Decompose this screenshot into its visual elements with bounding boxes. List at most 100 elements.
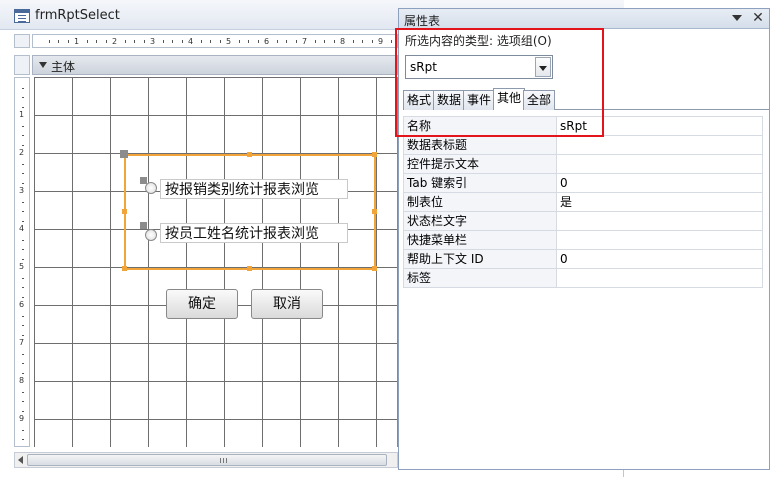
ruler-tick — [22, 296, 24, 298]
tab-other[interactable]: 其他 — [493, 88, 526, 110]
tab-event[interactable]: 事件 — [463, 90, 496, 110]
property-name: 制表位 — [403, 192, 557, 212]
property-row[interactable]: 快捷菜单栏 — [403, 230, 763, 250]
property-row[interactable]: 帮助上下文 ID 0 — [403, 249, 763, 269]
property-value[interactable] — [556, 230, 763, 250]
vertical-ruler[interactable]: 1 2 3 4 5 6 7 8 9 — [14, 77, 30, 447]
ruler-tick — [295, 40, 297, 43]
property-value[interactable]: 是 — [556, 192, 763, 212]
section-selector[interactable] — [14, 55, 30, 75]
property-value[interactable]: 0 — [556, 173, 763, 193]
property-name: 数据表标题 — [403, 135, 557, 155]
option-group-frame[interactable] — [124, 154, 376, 270]
ruler-number: 8 — [19, 376, 25, 385]
ruler-tick — [371, 40, 373, 43]
close-icon[interactable]: ✕ — [751, 10, 765, 26]
property-row[interactable]: Tab 键索引 0 — [403, 173, 763, 193]
ruler-tick — [105, 40, 107, 43]
ruler-tick — [22, 287, 24, 288]
ruler-tick — [22, 258, 24, 260]
property-row[interactable]: 数据表标题 — [403, 135, 763, 155]
property-sheet-header: 属性表 ✕ — [399, 9, 769, 29]
resize-handle[interactable] — [372, 266, 377, 271]
ruler-tick — [96, 40, 97, 43]
resize-handle[interactable] — [247, 266, 252, 271]
ruler-tick — [86, 40, 88, 43]
ruler-tick — [333, 40, 335, 43]
property-name: 标签 — [403, 268, 557, 288]
form-icon — [14, 9, 30, 23]
ruler-tick — [22, 182, 24, 184]
form-title: frmRptSelect — [35, 8, 120, 23]
ruler-tick — [238, 40, 240, 43]
ruler-tick — [22, 220, 24, 222]
ruler-tick — [22, 125, 24, 127]
section-label: 主体 — [51, 60, 76, 74]
ruler-tick — [210, 40, 211, 43]
resize-handle[interactable] — [247, 152, 252, 157]
option-label[interactable]: 按报销类别统计报表浏览 — [160, 179, 348, 199]
property-row[interactable]: 状态栏文字 — [403, 211, 763, 231]
property-grid: 名称 sRpt 数据表标题 控件提示文本 Tab 键索引 0 制表位是 状态栏文字 … — [403, 116, 763, 288]
resize-handle[interactable] — [372, 152, 377, 157]
property-value[interactable] — [556, 268, 763, 288]
ruler-tick — [22, 106, 24, 108]
option-label[interactable]: 按员工姓名统计报表浏览 — [160, 223, 348, 243]
dropdown-arrow-icon[interactable] — [535, 57, 551, 77]
scrollbar-grip-icon — [220, 458, 227, 463]
property-value[interactable] — [556, 211, 763, 231]
ruler-tick — [248, 40, 249, 43]
property-value[interactable]: 0 — [556, 249, 763, 269]
property-value[interactable]: sRpt — [556, 116, 763, 136]
ruler-number: 3 — [19, 186, 25, 195]
section-collapse-arrow-icon — [39, 62, 47, 68]
horizontal-scrollbar[interactable] — [14, 452, 398, 468]
resize-handle[interactable] — [122, 266, 127, 271]
property-value[interactable] — [556, 154, 763, 174]
ruler-number: 3 — [150, 37, 156, 46]
horizontal-ruler[interactable]: 1 2 3 4 5 6 7 8 9 — [32, 34, 398, 48]
panel-menu-arrow-icon[interactable] — [732, 15, 742, 21]
ruler-tick — [162, 40, 164, 43]
form-selector-box[interactable] — [14, 34, 30, 48]
resize-handle[interactable] — [122, 209, 127, 214]
ruler-tick — [22, 201, 24, 203]
ruler-tick — [22, 87, 24, 89]
ruler-number: 7 — [302, 37, 308, 46]
cancel-button[interactable]: 取消 — [251, 289, 323, 319]
ruler-number: 6 — [19, 300, 25, 309]
option-group-move-handle[interactable] — [120, 150, 128, 158]
tab-data[interactable]: 数据 — [433, 90, 466, 110]
property-row[interactable]: 制表位是 — [403, 192, 763, 212]
option-radio-button[interactable] — [145, 229, 157, 241]
ruler-number: 5 — [226, 37, 232, 46]
option-radio-button[interactable] — [145, 182, 157, 194]
property-row[interactable]: 控件提示文本 — [403, 154, 763, 174]
ruler-tick — [134, 40, 135, 43]
ruler-tick — [22, 429, 24, 431]
ruler-tick — [22, 144, 24, 146]
property-value[interactable] — [556, 135, 763, 155]
tab-format[interactable]: 格式 — [403, 90, 436, 110]
ok-button[interactable]: 确定 — [166, 289, 238, 319]
property-row[interactable]: 标签 — [403, 268, 763, 288]
section-header-bar[interactable]: 主体 — [32, 55, 398, 75]
ruler-tick — [314, 40, 316, 43]
scrollbar-thumb[interactable] — [27, 454, 387, 466]
ruler-number: 4 — [188, 37, 194, 46]
ruler-tick — [67, 40, 69, 43]
ruler-tick — [22, 163, 24, 165]
selection-type-label: 所选内容的类型: 选项组(O) — [405, 34, 552, 48]
ruler-tick — [257, 40, 259, 43]
ruler-number: 6 — [264, 37, 270, 46]
object-selector-dropdown[interactable]: sRpt — [405, 55, 553, 79]
property-name: 快捷菜单栏 — [403, 230, 557, 250]
property-name: Tab 键索引 — [403, 173, 557, 193]
tab-all[interactable]: 全部 — [523, 90, 556, 110]
option-move-handle[interactable] — [140, 222, 147, 229]
scroll-left-arrow-icon[interactable] — [18, 456, 23, 464]
resize-handle[interactable] — [372, 209, 377, 214]
property-row[interactable]: 名称 sRpt — [403, 116, 763, 136]
ruler-tick — [143, 40, 145, 43]
ruler-tick — [22, 372, 24, 374]
